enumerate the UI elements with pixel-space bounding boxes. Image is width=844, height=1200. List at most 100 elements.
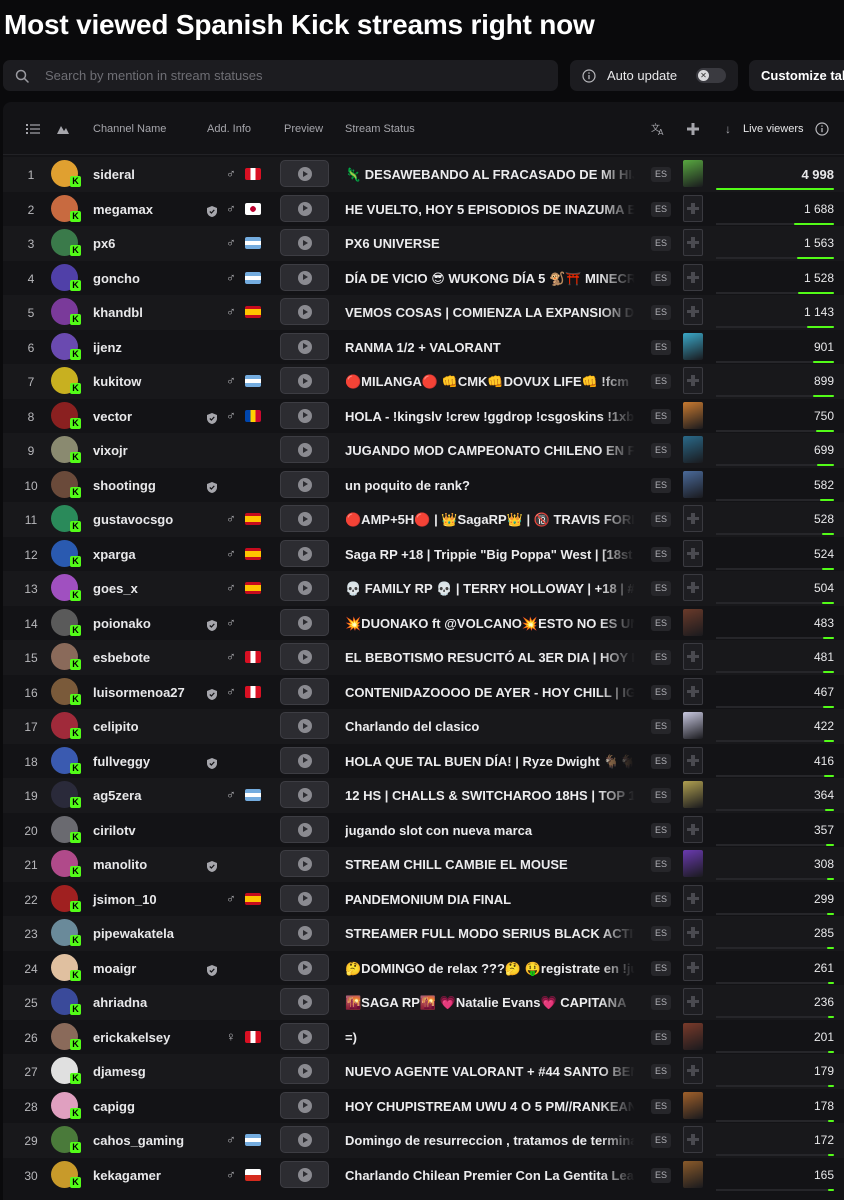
table-row[interactable]: 29 Kcahos_gaming ♂ Domingo de resurreccion …	[3, 1123, 844, 1158]
channel-name[interactable]: sideral	[93, 167, 135, 182]
category-placeholder[interactable]	[683, 263, 703, 291]
category-placeholder[interactable]	[683, 298, 703, 325]
category-thumbnail[interactable]	[683, 1160, 703, 1188]
channel-name[interactable]: ijenz	[93, 340, 122, 355]
category-thumbnail[interactable]	[683, 436, 703, 463]
channel-name[interactable]: cirilotv	[93, 823, 136, 838]
preview-button[interactable]	[280, 401, 329, 429]
channel-name[interactable]: erickakelsey	[93, 1030, 170, 1045]
category-thumbnail[interactable]	[683, 850, 703, 877]
table-row[interactable]: 1 Ksideral ♂ 🦎 DESAWEBANDO AL FRACASADO DE …	[3, 157, 844, 192]
category-placeholder[interactable]	[683, 884, 703, 912]
table-row[interactable]: 25 Kahriadna 🌇SAGA RP🌇 💗Natalie Evans💗 CAP…	[3, 985, 844, 1020]
table-row[interactable]: 13 Kgoes_x ♂ 💀 FAMILY RP 💀 | TERRY HOLLOWAY…	[3, 571, 844, 606]
channel-name[interactable]: kukitow	[93, 374, 141, 389]
preview-button[interactable]	[280, 1091, 329, 1119]
channel-name[interactable]: shootingg	[93, 478, 156, 493]
table-row[interactable]: 19 Kag5zera ♂ 12 HS | CHALLS & SWITCHAROO 1…	[3, 778, 844, 813]
preview-button[interactable]	[280, 194, 329, 222]
preview-button[interactable]	[280, 505, 329, 532]
channel-name[interactable]: ag5zera	[93, 788, 141, 803]
category-placeholder[interactable]	[683, 953, 703, 981]
category-placeholder[interactable]	[683, 988, 703, 1015]
channel-name[interactable]: manolito	[93, 857, 147, 872]
preview-button[interactable]	[280, 436, 329, 463]
table-row[interactable]: 6 Kijenz RANMA 1/2 + VALORANT ES 901	[3, 329, 844, 365]
category-thumbnail[interactable]	[683, 160, 703, 187]
category-placeholder[interactable]	[683, 539, 703, 567]
category-thumbnail[interactable]	[683, 1022, 703, 1050]
channel-name[interactable]: px6	[93, 236, 115, 251]
preview-button[interactable]	[280, 539, 329, 567]
channel-name[interactable]: djamesg	[93, 1064, 146, 1079]
translate-icon[interactable]: 文A	[651, 122, 665, 137]
table-row[interactable]: 22 Kjsimon_10 ♂ PANDEMONIUM DIA FINAL ES 299	[3, 881, 844, 917]
preview-button[interactable]	[280, 988, 329, 1015]
table-row[interactable]: 26 Kerickakelsey ♀ =) ES 201	[3, 1019, 844, 1055]
table-row[interactable]: 23 Kpipewakatela STREAMER FULL MODO SERIUS…	[3, 916, 844, 951]
category-thumbnail[interactable]	[683, 781, 703, 808]
table-row[interactable]: 9 Kvixojr JUGANDO MOD CAMPEONATO CHILENO E…	[3, 433, 844, 468]
preview-button[interactable]	[280, 160, 329, 187]
preview-button[interactable]	[280, 1022, 329, 1050]
category-placeholder[interactable]	[683, 505, 703, 532]
table-row[interactable]: 16 Kluisormenoa27 ♂ CONTENIDAZOOOO DE AYER …	[3, 674, 844, 710]
category-placeholder[interactable]	[683, 919, 703, 946]
preview-button[interactable]	[280, 746, 329, 774]
channel-name[interactable]: vixojr	[93, 443, 128, 458]
channel-name[interactable]: gustavocsgo	[93, 512, 173, 527]
table-row[interactable]: 7 Kkukitow ♂ 🔴MILANGA🔴 👊CMK👊DOVUX LIFE👊 !fc…	[3, 364, 844, 399]
category-placeholder[interactable]	[683, 574, 703, 601]
channel-name[interactable]: kekagamer	[93, 1168, 161, 1183]
preview-button[interactable]	[280, 953, 329, 981]
category-placeholder[interactable]	[683, 229, 703, 256]
category-thumbnail[interactable]	[683, 470, 703, 498]
preview-button[interactable]	[280, 850, 329, 877]
channel-name[interactable]: goes_x	[93, 581, 138, 596]
preview-button[interactable]	[280, 781, 329, 808]
category-placeholder[interactable]	[683, 1057, 703, 1084]
header-channel-name[interactable]: Channel Name	[93, 123, 166, 135]
preview-button[interactable]	[280, 332, 329, 360]
category-placeholder[interactable]	[683, 677, 703, 705]
preview-button[interactable]	[280, 884, 329, 912]
table-row[interactable]: 17 Kcelipito Charlando del clasico ES 422	[3, 709, 844, 744]
search-input[interactable]	[45, 68, 525, 83]
table-row[interactable]: 21 Kmanolito STREAM CHILL CAMBIE EL MOUSE E…	[3, 847, 844, 882]
table-row[interactable]: 18 Kfullveggy HOLA QUE TAL BUEN DÍA! | Ryz…	[3, 743, 844, 779]
category-thumbnail[interactable]	[683, 608, 703, 636]
preview-button[interactable]	[280, 815, 329, 843]
channel-name[interactable]: ahriadna	[93, 995, 147, 1010]
table-row[interactable]: 3 Kpx6 ♂ PX6 UNIVERSE ES 1 563	[3, 226, 844, 261]
channel-name[interactable]: luisormenoa27	[93, 685, 185, 700]
channel-name[interactable]: jsimon_10	[93, 892, 157, 907]
channel-name[interactable]: pipewakatela	[93, 926, 174, 941]
channel-name[interactable]: megamax	[93, 202, 153, 217]
channel-name[interactable]: celipito	[93, 719, 139, 734]
channel-name[interactable]: esbebote	[93, 650, 150, 665]
category-placeholder[interactable]	[683, 367, 703, 394]
table-row[interactable]: 20 Kcirilotv jugando slot con nueva marca E…	[3, 812, 844, 848]
channel-name[interactable]: moaigr	[93, 961, 136, 976]
channel-name[interactable]: goncho	[93, 271, 140, 286]
customize-table-button[interactable]: Customize table	[749, 60, 844, 91]
category-thumbnail[interactable]	[683, 712, 703, 739]
channel-name[interactable]: capigg	[93, 1099, 135, 1114]
table-row[interactable]: 8 Kvector ♂ HOLA - !kingslv !crew !ggdrop !…	[3, 398, 844, 434]
category-placeholder[interactable]	[683, 746, 703, 774]
auto-update-control[interactable]: Auto update ✕	[570, 60, 738, 91]
preview-button[interactable]	[280, 677, 329, 705]
table-row[interactable]: 30 Kkekagamer ♂ Charlando Chilean Premier C…	[3, 1157, 844, 1193]
search-bar[interactable]	[3, 60, 558, 91]
arrow-down-icon[interactable]: ↓	[725, 122, 731, 136]
table-row[interactable]: 2 Kmegamax ♂ HE VUELTO, HOY 5 EPISODIOS DE …	[3, 191, 844, 227]
category-placeholder[interactable]	[683, 1126, 703, 1153]
category-thumbnail[interactable]	[683, 332, 703, 360]
category-placeholder[interactable]	[683, 194, 703, 222]
mountain-icon[interactable]	[56, 122, 70, 136]
table-row[interactable]: 11 Kgustavocsgo ♂ 🔴AMP+5H🔴 | 👑SagaRP👑 | 🔞 T…	[3, 502, 844, 537]
channel-name[interactable]: xparga	[93, 547, 136, 562]
preview-button[interactable]	[280, 263, 329, 291]
table-row[interactable]: 10 Kshootingg un poquito de rank? ES 582	[3, 467, 844, 503]
table-row[interactable]: 12 Kxparga ♂ Saga RP +18 | Trippie "Big Pop…	[3, 536, 844, 572]
